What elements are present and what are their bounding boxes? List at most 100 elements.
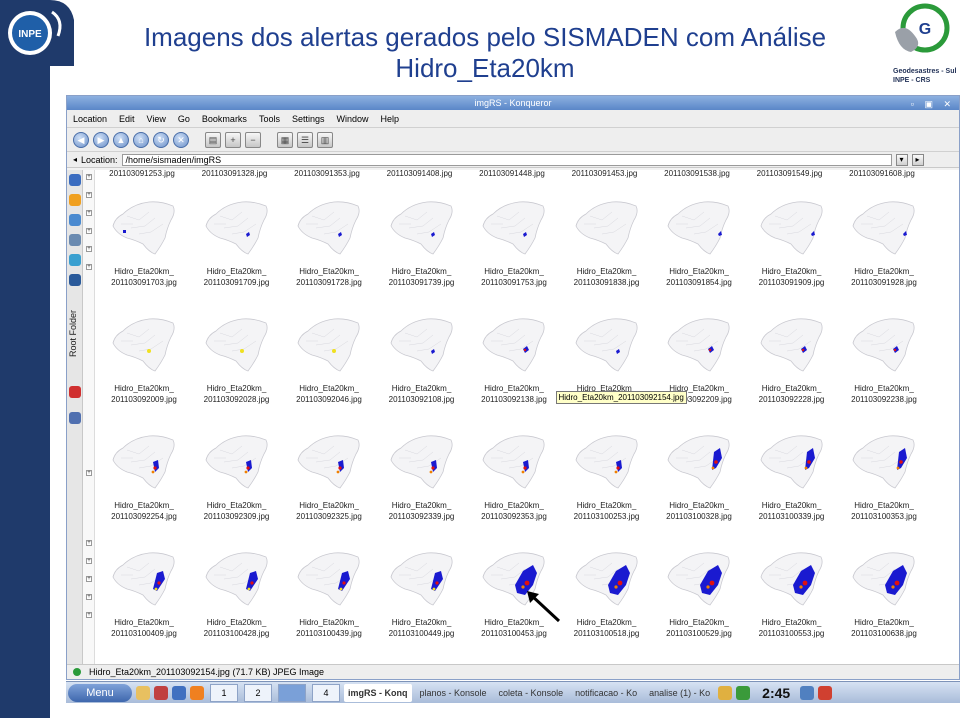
bookmarks-icon[interactable]: [69, 174, 81, 186]
menu-view[interactable]: View: [145, 114, 168, 124]
menu-settings[interactable]: Settings: [290, 114, 327, 124]
location-input[interactable]: /home/sismaden/imgRS: [121, 153, 892, 166]
state-map-thumbnail: [852, 318, 915, 372]
desktop-4[interactable]: 4: [312, 683, 340, 702]
menu-help[interactable]: Help: [379, 114, 402, 124]
svg-text:G: G: [919, 21, 931, 38]
thumbnail-label-line1: Hidro_Eta20km_: [669, 618, 729, 627]
thumbnail-label-line2: 201103100638.jpg: [851, 629, 917, 638]
tree-expand-icon[interactable]: +: [86, 558, 92, 564]
thumbnail-label[interactable]: 201103091448.jpg: [467, 170, 557, 179]
state-map-thumbnail: [390, 435, 453, 489]
menu-location[interactable]: Location: [71, 114, 109, 124]
konqueror-launcher-icon[interactable]: [172, 685, 186, 700]
toolbar: ◀ ▶ ▲ ⌂ ↻ ✕ ▤ + − ▦ ☰ ▥: [67, 128, 959, 152]
clock: 2:45: [762, 684, 791, 701]
menu-bookmarks[interactable]: Bookmarks: [200, 114, 249, 124]
thumbnail-label-line1: Hidro_Eta20km_: [761, 501, 822, 510]
tree-expand-icon[interactable]: +: [86, 264, 92, 270]
thumbnail-label[interactable]: 201103091328.jpg: [190, 170, 280, 179]
tree-expand-icon[interactable]: +: [86, 612, 92, 618]
devices-icon[interactable]: [69, 386, 81, 398]
root-folder-tab[interactable]: Root Folder: [68, 310, 78, 357]
tools-launcher-icon[interactable]: [154, 685, 168, 700]
tree-expand-icon[interactable]: +: [86, 594, 92, 600]
icon-view-icon[interactable]: ▦: [277, 131, 293, 148]
tree-expand-icon[interactable]: +: [86, 174, 92, 180]
home-folder-icon[interactable]: [69, 234, 81, 246]
thumbnail-label-line1: Hidro_Eta20km_: [391, 501, 452, 510]
menu-go[interactable]: Go: [176, 114, 192, 124]
thumbnail-label[interactable]: 201103091353.jpg: [282, 170, 372, 179]
logout-icon[interactable]: [818, 685, 833, 700]
desktop-2[interactable]: 2: [244, 683, 272, 702]
clear-location-icon[interactable]: ◂: [73, 155, 77, 164]
state-map-thumbnail: [112, 318, 175, 372]
show-desktop-icon[interactable]: [800, 685, 815, 700]
forward-icon[interactable]: ▶: [93, 131, 109, 148]
desktop-1[interactable]: 1: [210, 683, 238, 702]
tree-expand-icon[interactable]: +: [86, 576, 92, 582]
thumbnail-label-line1: Hidro_Eta20km_: [761, 384, 822, 393]
stop-icon[interactable]: ✕: [173, 131, 189, 148]
location-dropdown-icon[interactable]: ▾: [895, 153, 908, 166]
task-notificacao[interactable]: notificacao - Ko: [571, 684, 641, 702]
thumbnail-label[interactable]: 201103091253.jpg: [97, 170, 187, 179]
window-titlebar[interactable]: imgRS - Konqueror ▫ ▣ ✕: [67, 96, 959, 110]
network-icon[interactable]: [69, 274, 81, 286]
thumbnail-label[interactable]: 201103091453.jpg: [560, 170, 650, 179]
task-coleta[interactable]: coleta - Konsole: [495, 684, 568, 702]
thumbnail-label[interactable]: 201103091538.jpg: [652, 170, 742, 179]
zoom-in-icon[interactable]: +: [225, 131, 241, 148]
firefox-launcher-icon[interactable]: [190, 685, 204, 700]
tree-expand-icon[interactable]: +: [86, 228, 92, 234]
task-planos[interactable]: planos - Konsole: [416, 684, 491, 702]
detail-view-icon[interactable]: ☰: [297, 131, 313, 148]
tree-expand-icon[interactable]: +: [86, 210, 92, 216]
location-label: Location:: [81, 154, 118, 165]
menu-edit[interactable]: Edit: [117, 114, 137, 124]
home-icon[interactable]: ⌂: [133, 131, 149, 148]
window-controls[interactable]: ▫ ▣ ✕: [911, 97, 955, 111]
thumbnail-label-line1: Hidro_Eta20km_: [114, 618, 174, 627]
thumbnail-label-line1: Hidro_Eta20km_: [761, 618, 822, 627]
k-menu-button[interactable]: Menu: [68, 683, 132, 702]
thumbnail-label[interactable]: 201103091408.jpg: [375, 170, 465, 179]
thumbnail-label[interactable]: 201103091608.jpg: [837, 170, 927, 179]
tree-expand-icon[interactable]: +: [86, 192, 92, 198]
task-imgrs[interactable]: imgRS - Konq: [344, 683, 412, 702]
state-map-thumbnail: [575, 435, 638, 489]
go-icon[interactable]: ▸: [911, 153, 924, 166]
menu-tools[interactable]: Tools: [257, 114, 282, 124]
favorites-icon[interactable]: [69, 194, 81, 206]
tray-icon[interactable]: [718, 685, 733, 700]
history-icon[interactable]: [69, 214, 81, 226]
zoom-out-icon[interactable]: −: [245, 131, 261, 148]
state-map-thumbnail: [667, 552, 730, 606]
media-icon[interactable]: [69, 412, 81, 424]
home-launcher-icon[interactable]: [136, 685, 150, 700]
state-map-thumbnail: [852, 552, 915, 606]
print-icon[interactable]: ▤: [205, 131, 221, 148]
tree-expand-icon[interactable]: +: [86, 246, 92, 252]
state-map-thumbnail: [760, 201, 823, 255]
multi-column-view-icon[interactable]: ▥: [317, 131, 333, 148]
state-map-thumbnail: [760, 552, 823, 606]
tree-expand-icon[interactable]: +: [86, 540, 92, 546]
tree-expand-icon[interactable]: +: [86, 470, 92, 476]
reload-icon[interactable]: ↻: [153, 131, 169, 148]
state-map-thumbnail: [112, 201, 175, 255]
thumbnail-label-line1: Hidro_Eta20km_: [114, 384, 174, 393]
task-analise[interactable]: analise (1) - Ko: [645, 684, 714, 702]
services-icon[interactable]: [69, 254, 81, 266]
desktop-3[interactable]: [278, 683, 306, 702]
network-tray-icon[interactable]: [736, 685, 751, 700]
menu-window[interactable]: Window: [334, 114, 370, 124]
slide-left-bar: [0, 66, 50, 718]
thumbnail-label-line2: 201103092009.jpg: [111, 395, 177, 404]
state-map-thumbnail: [390, 318, 453, 372]
up-icon[interactable]: ▲: [113, 131, 129, 148]
thumbnail-label[interactable]: 201103091549.jpg: [745, 170, 835, 179]
back-icon[interactable]: ◀: [73, 131, 89, 148]
thumbnail-label-line1: Hidro_Eta20km_: [206, 384, 267, 393]
